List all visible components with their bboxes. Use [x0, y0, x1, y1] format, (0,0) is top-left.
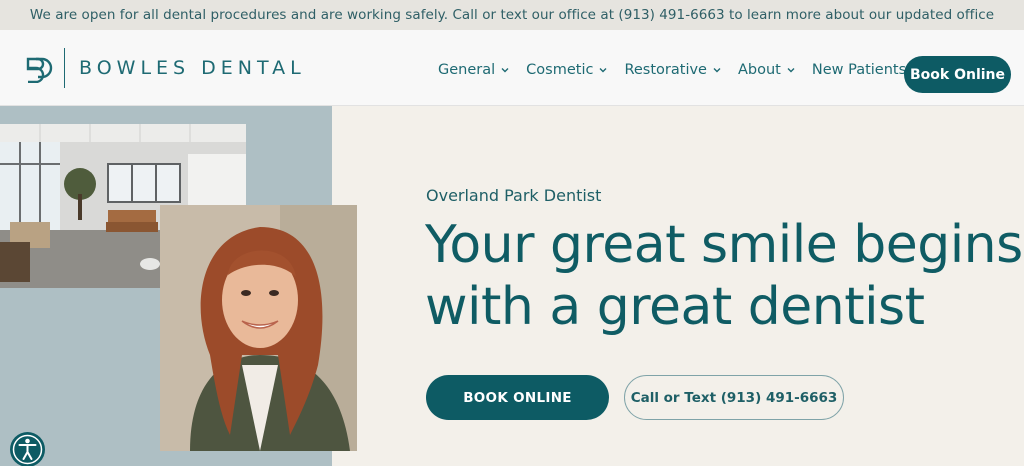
nav-item-label: About — [737, 62, 781, 78]
accessibility-icon[interactable] — [9, 431, 46, 466]
hero-book-online-button[interactable]: BOOK ONLINE — [426, 375, 609, 420]
nav-item-label: General — [438, 62, 496, 78]
hero-title: Your great smile begins with a great den… — [425, 214, 1024, 338]
nav-item-label: Cosmetic — [526, 62, 594, 78]
brand-name: BOWLES DENTAL — [79, 57, 306, 79]
chevron-down-icon — [599, 68, 607, 73]
nav-item-label: New Patients — [811, 62, 907, 78]
hero-title-line-2: with a great dentist — [425, 277, 925, 337]
nav-item-general[interactable]: General — [438, 62, 509, 78]
nav-item-cosmetic[interactable]: Cosmetic — [526, 62, 607, 78]
book-online-button[interactable]: Book Online — [904, 56, 1011, 93]
brand-logo[interactable]: BOWLES DENTAL — [24, 46, 306, 90]
chevron-down-icon — [787, 68, 795, 73]
hero-kicker: Overland Park Dentist — [426, 186, 602, 205]
hero-call-button[interactable]: Call or Text (913) 491-6663 — [624, 375, 844, 420]
chevron-down-icon — [501, 68, 509, 73]
nav-item-about[interactable]: About — [738, 62, 795, 78]
nav-item-restorative[interactable]: Restorative — [624, 62, 721, 78]
site-header: BOWLES DENTAL General Cosmetic Restorati… — [0, 30, 1024, 106]
main-nav: General Cosmetic Restorative About New P… — [438, 56, 937, 84]
nav-item-label: Restorative — [624, 62, 707, 78]
chevron-down-icon — [713, 68, 721, 73]
hero-title-line-1: Your great smile begins — [425, 215, 1023, 275]
bd-monogram-icon — [26, 57, 53, 83]
dentist-portrait-photo — [160, 205, 357, 451]
logo-divider — [64, 48, 65, 88]
announcement-bar: We are open for all dental procedures an… — [0, 0, 1024, 53]
